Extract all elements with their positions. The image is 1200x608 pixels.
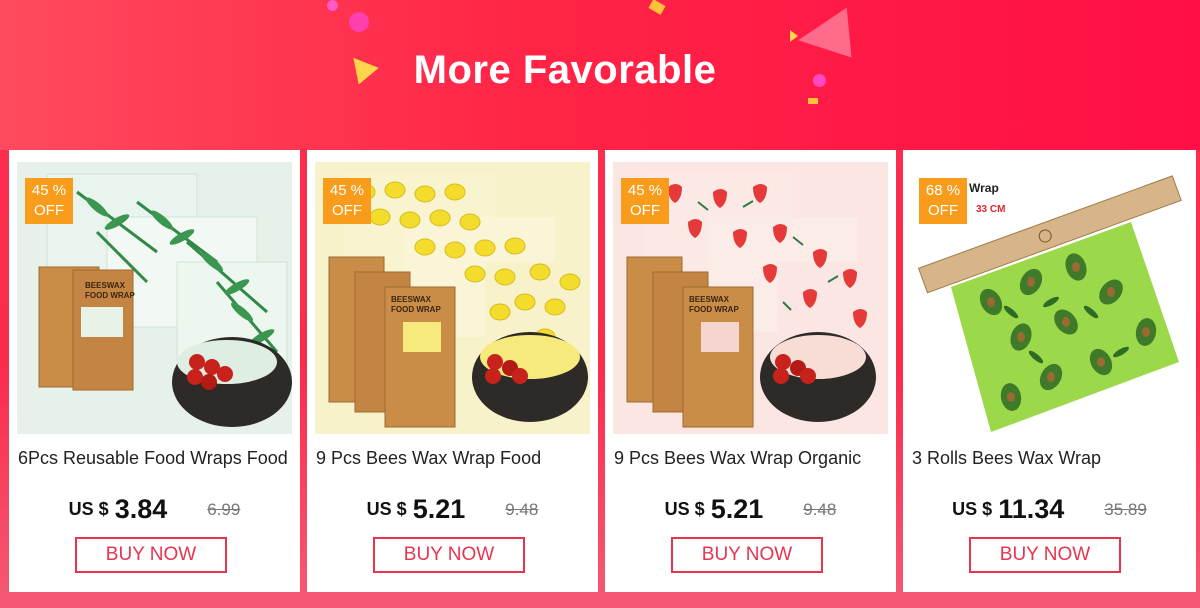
currency-label: US $ [664,499,705,519]
confetti-piece [648,0,666,15]
currency-label: US $ [366,499,407,519]
confetti-piece [808,98,818,104]
sale-price: 5.21 [412,494,466,524]
discount-badge: 45 % OFF [621,178,669,224]
currency-label: US $ [68,499,109,519]
section-title: More Favorable [413,48,717,92]
product-name[interactable]: 3 Rolls Bees Wax Wrap [912,448,1188,469]
buy-now-button[interactable]: BUY NOW [373,537,525,573]
product-name[interactable]: 9 Pcs Bees Wax Wrap Food [316,448,592,469]
kraft-label: FOOD WRAP [85,291,135,300]
discount-badge: 45 % OFF [25,178,73,224]
confetti-dot [327,0,338,11]
discount-badge: 45 % OFF [323,178,371,224]
sale-price: 5.21 [710,494,764,524]
buy-now-button[interactable]: BUY NOW [671,537,823,573]
original-price: 9.48 [505,499,539,519]
original-price: 35.89 [1104,499,1147,519]
original-price: 9.48 [803,499,837,519]
confetti-triangle [790,30,798,42]
discount-label: OFF [630,202,660,219]
price-row: US $5.21 9.48 [307,494,598,525]
product-card[interactable]: BEESWAX FOOD WRAP 45 % OFF 9 Pcs Bees Wa… [307,150,598,592]
discount-label: OFF [332,202,362,219]
product-name[interactable]: 9 Pcs Bees Wax Wrap Organic [614,448,890,469]
discount-percent: 45 % [31,182,67,199]
kraft-label: BEESWAX [85,281,126,290]
product-card[interactable]: x Wrap 33 CM 68 % OFF 3 Rolls Bees Wax W… [903,150,1196,592]
confetti-dot [349,12,369,32]
product-image[interactable]: BEESWAX FOOD WRAP 45 % OFF [17,162,292,434]
promo-banner: More Favorable [0,0,1200,150]
kraft-label: FOOD WRAP [391,305,441,314]
discount-label: OFF [928,202,958,219]
product-image[interactable]: x Wrap 33 CM 68 % OFF [911,162,1186,434]
roll-size: 33 CM [976,204,1005,215]
discount-label: OFF [34,202,64,219]
kraft-label: FOOD WRAP [689,305,739,314]
price-row: US $11.34 35.89 [903,494,1196,525]
product-card[interactable]: BEESWAX FOOD WRAP 45 % OFF 9 Pcs Bees Wa… [605,150,896,592]
discount-percent: 68 % [925,182,961,199]
buy-now-button[interactable]: BUY NOW [969,537,1121,573]
buy-now-button[interactable]: BUY NOW [75,537,227,573]
discount-percent: 45 % [329,182,365,199]
product-card[interactable]: BEESWAX FOOD WRAP 45 % OFF 6Pcs Reusable… [9,150,300,592]
discount-percent: 45 % [627,182,663,199]
discount-badge: 68 % OFF [919,178,967,224]
price-row: US $3.84 6.99 [9,494,300,525]
currency-label: US $ [952,499,993,519]
kraft-label: BEESWAX [689,295,730,304]
product-image[interactable]: BEESWAX FOOD WRAP 45 % OFF [315,162,590,434]
product-image[interactable]: BEESWAX FOOD WRAP 45 % OFF [613,162,888,434]
sale-price: 3.84 [114,494,168,524]
price-row: US $5.21 9.48 [605,494,896,525]
kraft-label: BEESWAX [391,295,432,304]
original-price: 6.99 [207,499,241,519]
sale-price: 11.34 [998,494,1065,524]
product-name[interactable]: 6Pcs Reusable Food Wraps Food [18,448,294,469]
